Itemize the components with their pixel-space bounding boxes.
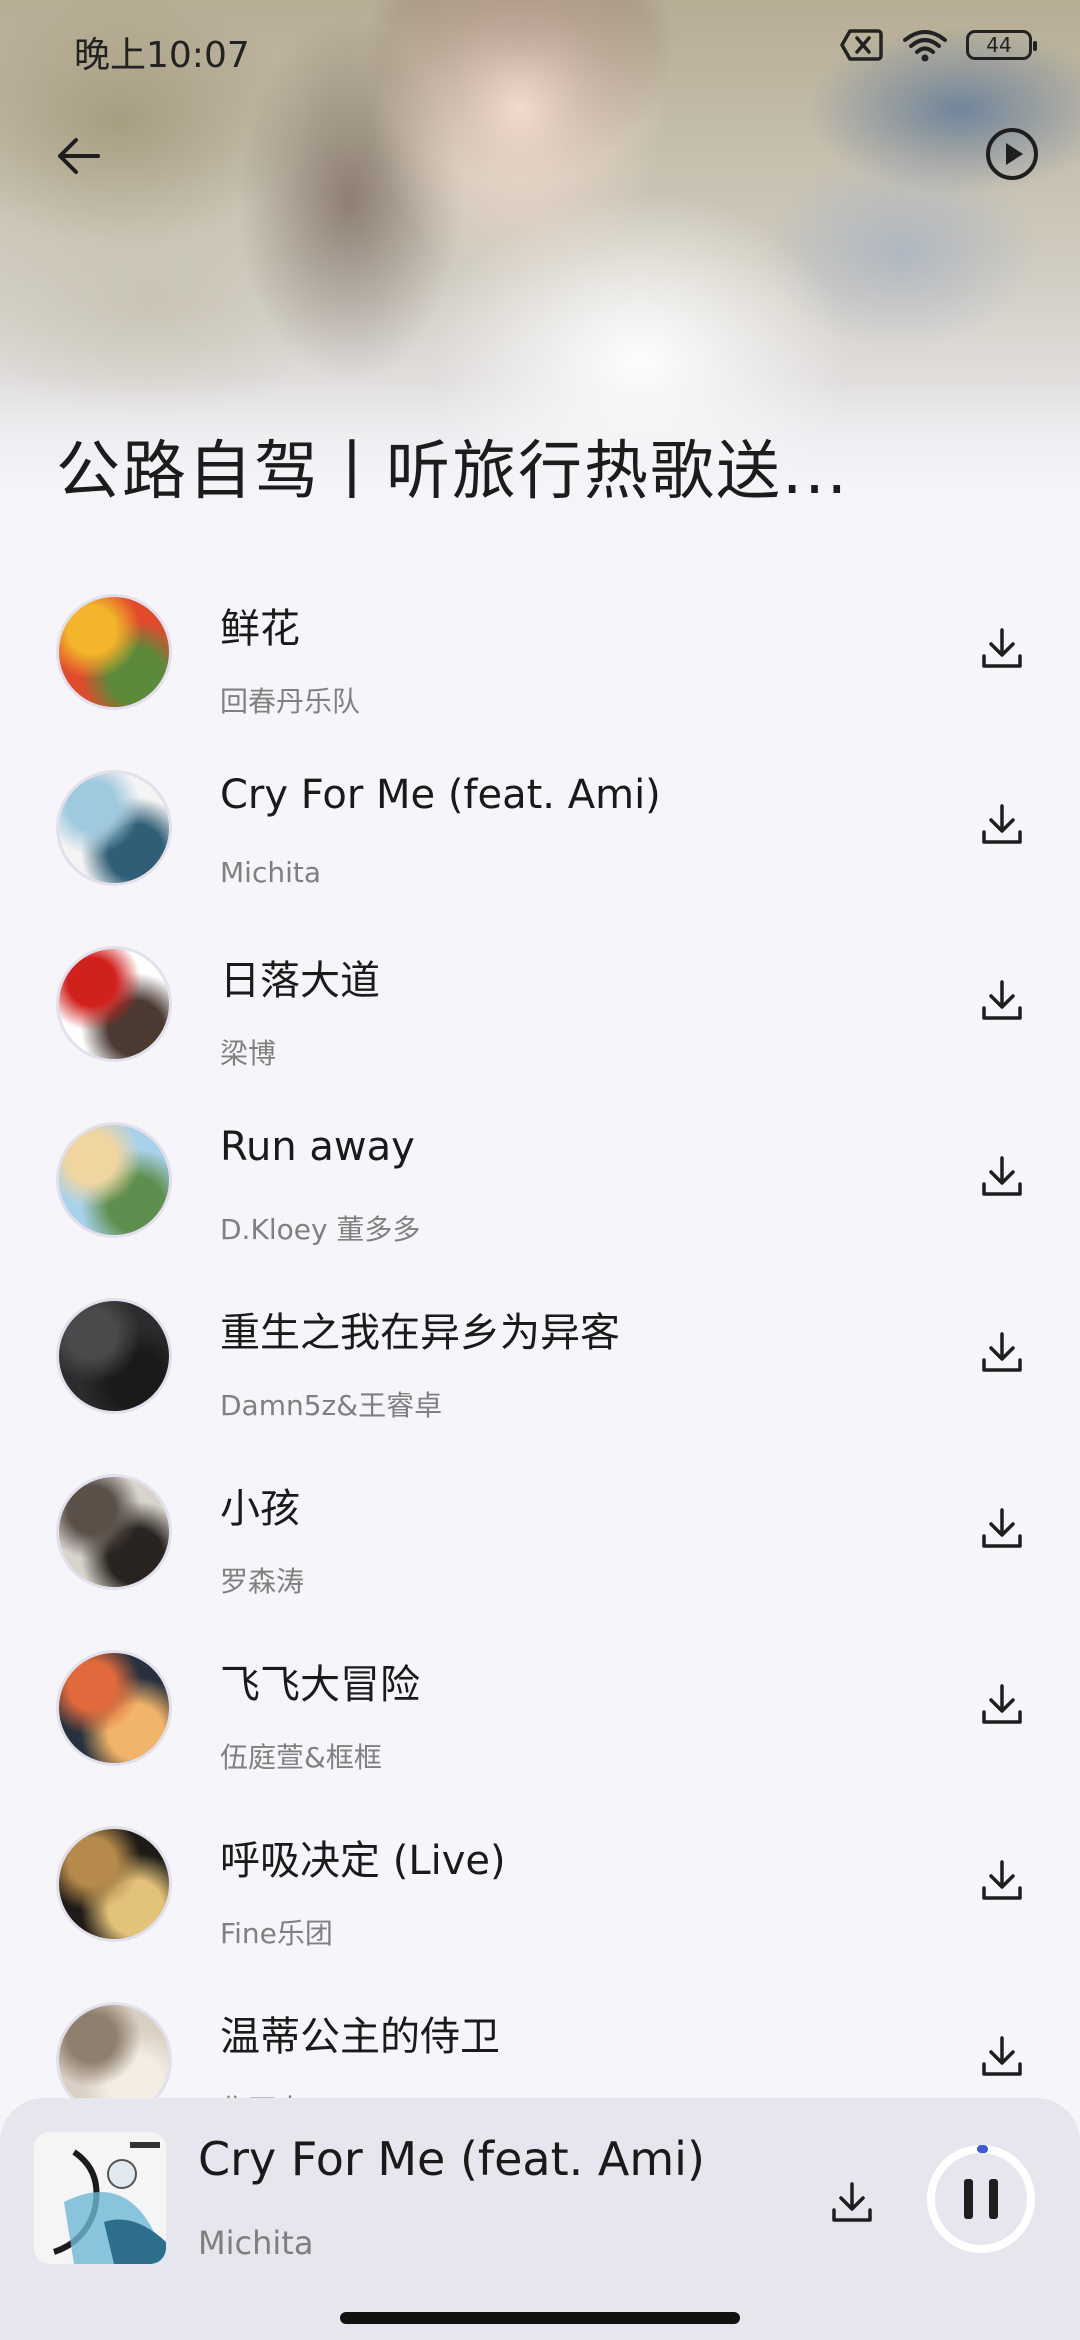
song-row[interactable]: Cry For Me (feat. Ami) Michita xyxy=(0,736,1080,912)
battery-icon: 44 xyxy=(966,30,1037,60)
mini-player[interactable]: Cry For Me (feat. Ami) Michita xyxy=(0,2098,1080,2340)
song-artist: 罗森涛 xyxy=(220,1565,305,1598)
song-row[interactable]: 小孩 罗森涛 xyxy=(0,1440,1080,1616)
download-icon xyxy=(982,980,1022,1020)
now-playing-artist: Michita xyxy=(198,2224,314,2262)
song-cover xyxy=(56,1474,172,1590)
song-artist: D.Kloey 董多多 xyxy=(220,1213,421,1246)
song-artist: 伍庭萱&框框 xyxy=(220,1741,382,1774)
song-cover xyxy=(56,1826,172,1942)
download-icon xyxy=(982,628,1022,668)
song-title: 小孩 xyxy=(220,1486,300,1532)
song-title: 重生之我在异乡为异客 xyxy=(220,1310,620,1356)
sim-off-icon xyxy=(840,29,883,61)
song-list: 鲜花回春丹乐队 Cry For Me (feat. Ami) Michita 日落大道… xyxy=(0,560,1080,2144)
download-icon xyxy=(982,1332,1022,1372)
download-button[interactable] xyxy=(974,1676,1030,1732)
download-button[interactable] xyxy=(974,1500,1030,1556)
now-playing-cover[interactable] xyxy=(34,2132,166,2264)
now-playing-title: Cry For Me (feat. Ami) xyxy=(198,2132,705,2186)
download-button[interactable] xyxy=(974,620,1030,676)
download-icon xyxy=(982,1860,1022,1900)
download-icon xyxy=(982,1684,1022,1724)
download-icon xyxy=(982,1156,1022,1196)
song-cover xyxy=(56,946,172,1062)
download-button[interactable] xyxy=(974,1852,1030,1908)
playlist-title: 公路自驾丨听旅行热歌送... xyxy=(56,435,850,509)
song-title: 呼吸决定 (Live) xyxy=(220,1838,506,1884)
download-icon xyxy=(982,1508,1022,1548)
song-cover xyxy=(56,1122,172,1238)
download-button[interactable] xyxy=(974,1148,1030,1204)
download-button[interactable] xyxy=(974,796,1030,852)
home-indicator[interactable] xyxy=(340,2312,740,2324)
song-row[interactable]: Run away D.Kloey 董多多 xyxy=(0,1088,1080,1264)
download-button[interactable] xyxy=(974,2028,1030,2084)
song-cover xyxy=(56,1298,172,1414)
song-row[interactable]: 呼吸决定 (Live) Fine乐团 xyxy=(0,1792,1080,1968)
status-bar: 晚上10:07 44 xyxy=(0,0,1080,96)
song-title: Cry For Me (feat. Ami) xyxy=(220,772,661,818)
song-artist: Fine乐团 xyxy=(220,1917,333,1950)
download-icon xyxy=(982,804,1022,844)
song-artist: 回春丹乐队 xyxy=(220,685,361,718)
back-arrow-icon xyxy=(58,138,100,174)
play-circle-icon xyxy=(986,128,1038,180)
download-icon xyxy=(832,2182,872,2222)
now-playing-download-button[interactable] xyxy=(820,2170,884,2234)
back-button[interactable] xyxy=(46,124,110,188)
song-artist: 梁博 xyxy=(220,1037,277,1070)
wifi-icon xyxy=(903,30,947,62)
download-icon xyxy=(982,2036,1022,2076)
download-button[interactable] xyxy=(974,1324,1030,1380)
song-cover xyxy=(56,770,172,886)
song-title: 鲜花 xyxy=(220,606,300,652)
pause-icon xyxy=(964,2179,998,2219)
song-title: 温蒂公主的侍卫 xyxy=(220,2014,500,2060)
song-title: 飞飞大冒险 xyxy=(220,1662,420,1708)
now-playing-cover-art xyxy=(34,2132,166,2264)
song-row[interactable]: 飞飞大冒险伍庭萱&框框 xyxy=(0,1616,1080,1792)
song-title: Run away xyxy=(220,1124,415,1170)
song-cover xyxy=(56,1650,172,1766)
song-row[interactable]: 鲜花 回春丹乐队 xyxy=(0,560,1080,736)
song-cover xyxy=(56,594,172,710)
status-time: 晚上10:07 xyxy=(74,35,250,76)
status-icons: 44 xyxy=(840,28,1037,62)
song-artist: Michita xyxy=(220,856,321,889)
download-button[interactable] xyxy=(974,972,1030,1028)
pause-button[interactable] xyxy=(924,2142,1038,2256)
song-row[interactable]: 日落大道 梁博 xyxy=(0,912,1080,1088)
song-row[interactable]: 重生之我在异乡为异客 Damn5z&王睿卓 xyxy=(0,1264,1080,1440)
song-artist: Damn5z&王睿卓 xyxy=(220,1389,443,1422)
song-title: 日落大道 xyxy=(220,958,380,1004)
play-all-button[interactable] xyxy=(980,122,1044,186)
